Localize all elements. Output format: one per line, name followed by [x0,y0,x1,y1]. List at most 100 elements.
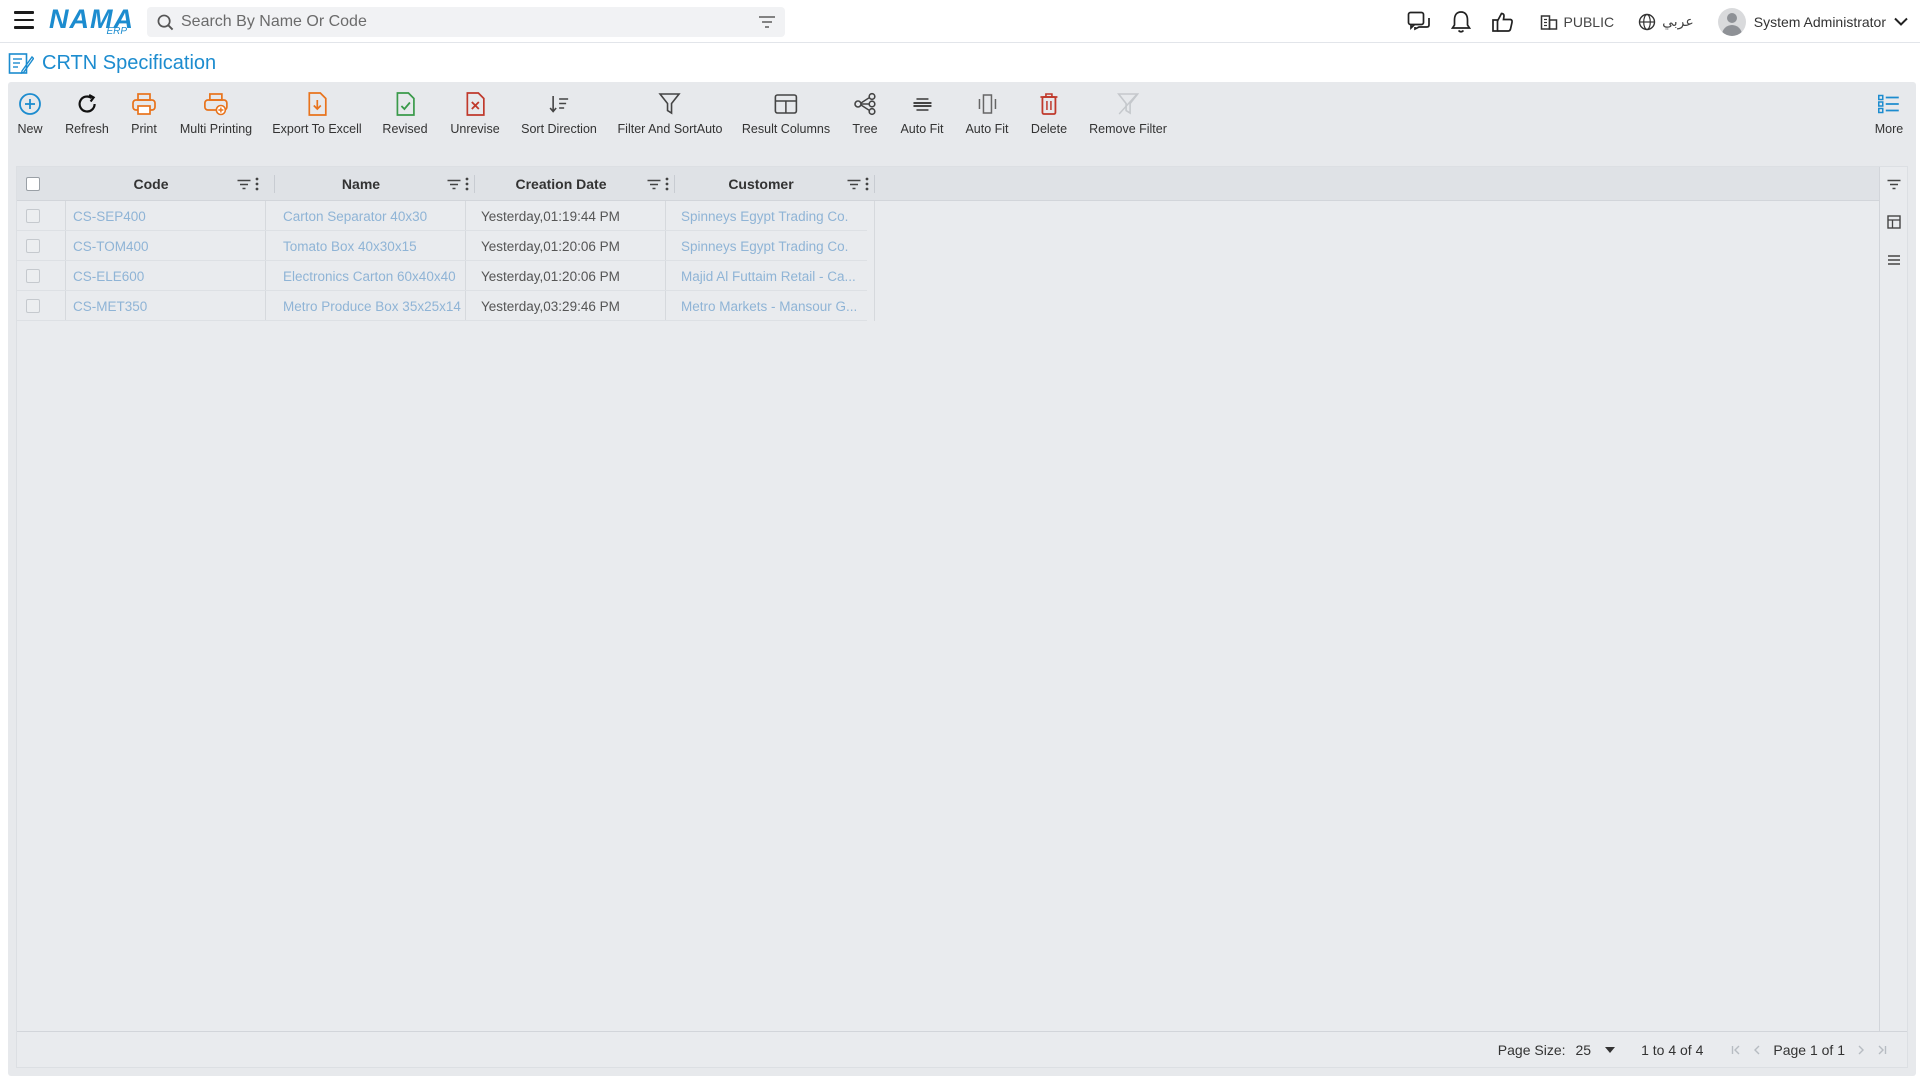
column-filter-icon[interactable] [447,179,461,190]
menu-panel-icon[interactable] [1886,252,1902,268]
result-columns-button[interactable]: Result Columns [742,90,830,136]
plus-circle-icon [16,90,44,118]
more-button[interactable]: More [1875,90,1903,136]
cell-name[interactable]: Electronics Carton 60x40x40 [265,261,465,291]
delete-label: Delete [1030,122,1068,136]
cell-customer[interactable]: Spinneys Egypt Trading Co. [665,231,873,261]
row-checkbox-cell [23,231,43,261]
column-header-customer[interactable]: Customer [675,167,875,201]
logo[interactable]: NAMA ERP [49,4,133,38]
multi-printer-icon [202,90,230,118]
menu-icon[interactable] [14,11,34,29]
cell-code[interactable]: CS-MET350 [65,291,265,321]
tree-button[interactable]: Tree [851,90,879,136]
delete-button[interactable]: Delete [1031,90,1067,136]
auto-fit-columns-button[interactable]: Auto Fit [965,90,1009,136]
top-right-actions: PUBLIC عربي System Administrator [1390,0,1920,43]
row-checkbox[interactable] [26,209,40,223]
cell-code[interactable]: CS-TOM400 [65,231,265,261]
refresh-label: Refresh [65,122,109,136]
table-row[interactable]: CS-TOM400 Tomato Box 40x30x15 Yesterday,… [17,231,867,261]
column-filter-icon[interactable] [847,179,861,190]
column-header-name[interactable]: Name [275,167,475,201]
column-menu-icon[interactable] [665,177,669,191]
filter-sort-label: Filter And SortAuto [617,122,723,136]
top-bar: NAMA ERP PUBLIC عربي System A [0,0,1920,43]
previous-page-icon[interactable] [1753,1043,1761,1058]
thumbs-up-icon[interactable] [1490,9,1516,35]
cell-code[interactable]: CS-ELE600 [65,261,265,291]
sort-direction-label: Sort Direction [521,122,597,136]
first-page-icon[interactable] [1731,1043,1741,1058]
search-input[interactable] [177,13,749,31]
column-header-creation-date[interactable]: Creation Date [475,167,675,201]
sort-icon [545,90,573,118]
row-checkbox-cell [23,291,43,321]
revised-button[interactable]: Revised [382,90,428,136]
cell-creation-date: Yesterday,03:29:46 PM [481,298,620,314]
column-menu-icon[interactable] [865,177,869,191]
bell-icon[interactable] [1448,9,1474,35]
row-checkbox[interactable] [26,269,40,283]
column-divider[interactable] [874,175,875,193]
last-page-icon[interactable] [1877,1043,1887,1058]
row-checkbox-cell [23,261,43,291]
auto-fit-rows-icon [908,90,936,118]
unrevise-button[interactable]: Unrevise [450,90,500,136]
column-menu-icon[interactable] [465,177,469,191]
columns-panel-icon[interactable] [1886,214,1902,230]
chat-icon[interactable] [1406,9,1432,35]
filter-panel-icon[interactable] [1886,176,1902,192]
refresh-button[interactable]: Refresh [65,90,109,136]
filter-sort-button[interactable]: Filter And SortAuto [617,90,723,136]
data-grid: Code Name Creation Date Customer CS-SEP4… [16,166,1908,1068]
column-label-name: Name [341,176,381,192]
column-filter-icon[interactable] [237,179,251,190]
remove-filter-label: Remove Filter [1089,122,1167,136]
remove-filter-button[interactable]: Remove Filter [1089,90,1167,136]
sort-direction-button[interactable]: Sort Direction [521,90,597,136]
globe-icon [1638,13,1656,30]
column-label-customer: Customer [728,176,794,192]
column-menu-icon[interactable] [255,177,259,191]
auto-fit-columns-label: Auto Fit [965,122,1009,136]
export-excel-button[interactable]: Export To Excell [272,90,362,136]
auto-fit-rows-button[interactable]: Auto Fit [900,90,944,136]
column-label-code: Code [133,176,169,192]
user-menu[interactable]: System Administrator [1717,7,1908,36]
cell-customer[interactable]: Metro Markets - Mansour G... [665,291,873,321]
table-row[interactable]: CS-MET350 Metro Produce Box 35x25x14 Yes… [17,291,867,321]
auto-fit-rows-label: Auto Fit [900,122,944,136]
file-x-icon [461,90,489,118]
row-range-text: 1 to 4 of 4 [1641,1042,1704,1058]
multi-printing-button[interactable]: Multi Printing [180,90,252,136]
row-checkbox[interactable] [26,299,40,313]
table-row[interactable]: CS-SEP400 Carton Separator 40x30 Yesterd… [17,201,867,231]
cell-code[interactable]: CS-SEP400 [65,201,265,231]
funnel-icon [656,90,684,118]
grid-footer: Page Size: 25 1 to 4 of 4 Page 1 of 1 [17,1031,1907,1067]
cell-name[interactable]: Tomato Box 40x30x15 [265,231,465,261]
next-page-icon[interactable] [1857,1043,1865,1058]
auto-fit-columns-icon [973,90,1001,118]
table-row[interactable]: CS-ELE600 Electronics Carton 60x40x40 Ye… [17,261,867,291]
row-checkbox[interactable] [26,239,40,253]
language-selector[interactable]: عربي [1638,13,1694,31]
grid-side-panel [1879,167,1907,1067]
column-filter-icon[interactable] [647,179,661,190]
page-header: CRTN Specification [8,48,216,78]
select-all-checkbox[interactable] [26,177,40,191]
new-button[interactable]: New [16,90,44,136]
page-size-select[interactable]: 25 [1572,1040,1620,1060]
row-divider [874,201,875,321]
search-filter-icon[interactable] [749,15,785,29]
cell-name[interactable]: Metro Produce Box 35x25x14 [265,291,465,321]
cell-customer[interactable]: Spinneys Egypt Trading Co. [665,201,873,231]
cell-customer[interactable]: Majid Al Futtaim Retail - Ca... [665,261,873,291]
cell-name[interactable]: Carton Separator 40x30 [265,201,465,231]
column-label-creation-date: Creation Date [515,176,607,192]
column-header-code[interactable]: Code [65,167,265,201]
specification-icon [8,53,34,74]
print-button[interactable]: Print [130,90,158,136]
public-selector[interactable]: PUBLIC [1540,13,1614,30]
